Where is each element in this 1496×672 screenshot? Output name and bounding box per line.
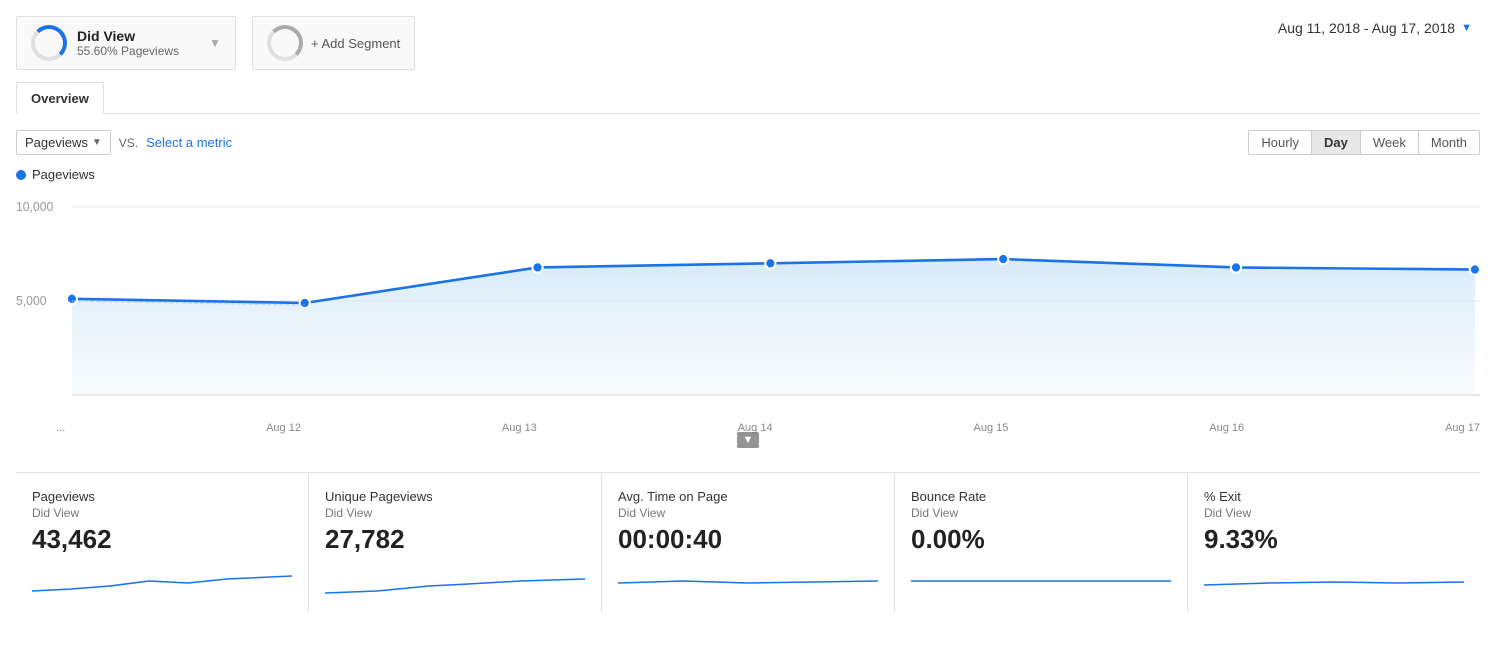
- segment-sub: 55.60% Pageviews: [77, 44, 179, 58]
- legend-label: Pageviews: [32, 167, 95, 182]
- metric-card-title-4: % Exit: [1204, 489, 1464, 504]
- metric-controls: Pageviews ▼ VS. Select a metric Hourly D…: [16, 130, 1480, 155]
- mini-chart-3: [911, 561, 1171, 601]
- segment-card[interactable]: Did View 55.60% Pageviews ▼: [16, 16, 236, 70]
- segment-name: Did View: [77, 28, 179, 44]
- x-label-4: Aug 15: [973, 422, 1008, 434]
- metric-card-title-1: Unique Pageviews: [325, 489, 585, 504]
- x-label-6: Aug 17: [1445, 422, 1480, 434]
- metric-card-subtitle-0: Did View: [32, 506, 292, 520]
- metric-card-title-3: Bounce Rate: [911, 489, 1171, 504]
- segment-spinner: [31, 25, 67, 61]
- mini-chart-4: [1204, 561, 1464, 601]
- time-buttons: Hourly Day Week Month: [1248, 130, 1480, 155]
- time-btn-month[interactable]: Month: [1419, 131, 1479, 154]
- mini-chart-1: [325, 561, 585, 601]
- vs-label: VS.: [119, 136, 138, 150]
- metric-card-title-2: Avg. Time on Page: [618, 489, 878, 504]
- metric-card-subtitle-3: Did View: [911, 506, 1171, 520]
- chart-legend: Pageviews: [16, 167, 1480, 182]
- time-btn-day[interactable]: Day: [1312, 131, 1361, 154]
- metric-dropdown-arrow: ▼: [92, 137, 102, 148]
- metric-card-value-0: 43,462: [32, 524, 292, 555]
- metric-card-unique-pageviews: Unique Pageviews Did View 27,782: [309, 473, 602, 611]
- metrics-row: Pageviews Did View 43,462 Unique Pagevie…: [16, 472, 1480, 611]
- mini-chart-0: [32, 561, 292, 601]
- date-range-picker[interactable]: Aug 11, 2018 - Aug 17, 2018 ▼: [1270, 16, 1480, 40]
- metric-card-exit: % Exit Did View 9.33%: [1188, 473, 1480, 611]
- date-range-text: Aug 11, 2018 - Aug 17, 2018: [1278, 20, 1455, 36]
- time-btn-hourly[interactable]: Hourly: [1249, 131, 1312, 154]
- x-label-0: ...: [56, 422, 65, 434]
- metric-card-value-2: 00:00:40: [618, 524, 878, 555]
- segment-arrow: ▼: [209, 36, 221, 50]
- svg-text:5,000: 5,000: [16, 294, 47, 308]
- tab-overview[interactable]: Overview: [16, 82, 104, 114]
- metric-card-value-1: 27,782: [325, 524, 585, 555]
- metric-dropdown-label: Pageviews: [25, 135, 88, 150]
- metric-card-subtitle-4: Did View: [1204, 506, 1464, 520]
- metric-card-value-4: 9.33%: [1204, 524, 1464, 555]
- x-label-5: Aug 16: [1209, 422, 1244, 434]
- date-range-arrow: ▼: [1461, 22, 1472, 34]
- metric-card-title-0: Pageviews: [32, 489, 292, 504]
- chart-svg: 10,000 5,000: [16, 188, 1480, 418]
- x-label-1: Aug 12: [266, 422, 301, 434]
- metric-card-subtitle-1: Did View: [325, 506, 585, 520]
- legend-dot: [16, 170, 26, 180]
- mini-chart-2: [618, 561, 878, 601]
- metric-card-value-3: 0.00%: [911, 524, 1171, 555]
- metric-card-pageviews: Pageviews Did View 43,462: [16, 473, 309, 611]
- add-segment-label: + Add Segment: [311, 36, 400, 51]
- chart-tooltip-indicator: ▼: [16, 432, 1480, 448]
- select-metric-link[interactable]: Select a metric: [146, 135, 232, 150]
- add-segment-button[interactable]: + Add Segment: [252, 16, 415, 70]
- segment-info: Did View 55.60% Pageviews: [77, 28, 179, 58]
- header-row: Did View 55.60% Pageviews ▼ + Add Segmen…: [16, 16, 1480, 70]
- chart-container: Pageviews 10,000 5,000: [16, 167, 1480, 448]
- x-label-2: Aug 13: [502, 422, 537, 434]
- metric-card-subtitle-2: Did View: [618, 506, 878, 520]
- metric-card-bounce-rate: Bounce Rate Did View 0.00%: [895, 473, 1188, 611]
- metric-left: Pageviews ▼ VS. Select a metric: [16, 130, 232, 155]
- time-btn-week[interactable]: Week: [1361, 131, 1419, 154]
- add-segment-icon: [267, 25, 303, 61]
- segments-row: Did View 55.60% Pageviews ▼ + Add Segmen…: [16, 16, 415, 70]
- metric-dropdown[interactable]: Pageviews ▼: [16, 130, 111, 155]
- tab-bar: Overview: [16, 82, 1480, 114]
- svg-text:10,000: 10,000: [16, 200, 53, 214]
- metric-card-avg-time: Avg. Time on Page Did View 00:00:40: [602, 473, 895, 611]
